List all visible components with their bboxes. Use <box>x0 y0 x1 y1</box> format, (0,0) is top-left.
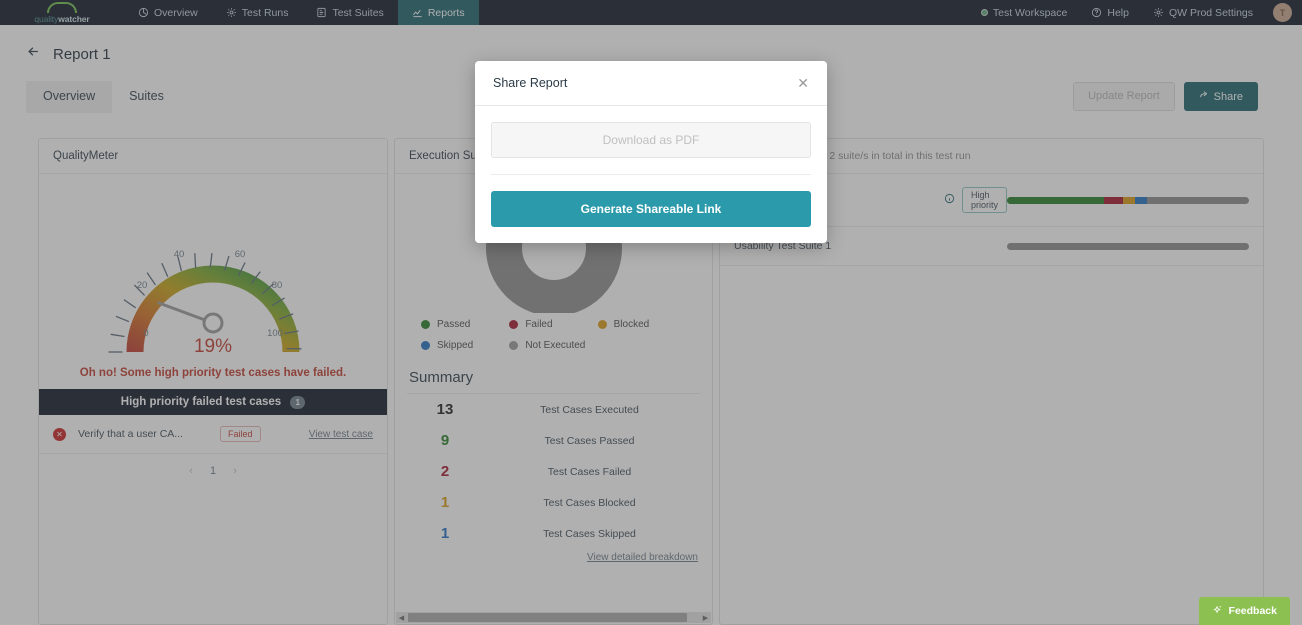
modal-footer: Generate Shareable Link <box>475 175 827 243</box>
generate-shareable-link-button[interactable]: Generate Shareable Link <box>491 191 811 227</box>
app-root: qualitywatcher Overview Test Runs Test S… <box>0 0 1302 625</box>
share-report-modal: Share Report ✕ Download as PDF Generate … <box>475 61 827 243</box>
sparkle-star-icon <box>1212 604 1223 618</box>
modal-header: Share Report ✕ <box>475 61 827 106</box>
feedback-button-label: Feedback <box>1228 605 1277 617</box>
feedback-button[interactable]: Feedback <box>1198 597 1290 625</box>
modal-title: Share Report <box>493 76 568 90</box>
close-icon[interactable]: ✕ <box>797 76 809 90</box>
modal-body: Download as PDF <box>475 106 827 175</box>
download-pdf-button[interactable]: Download as PDF <box>491 122 811 158</box>
